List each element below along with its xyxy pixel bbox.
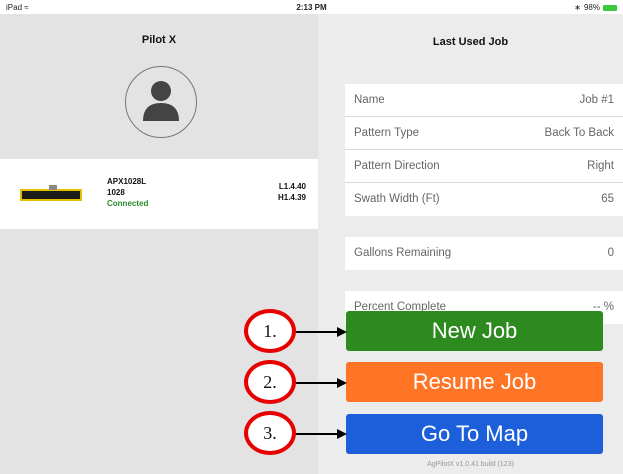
left-pane-title: Pilot X	[141, 34, 177, 46]
right-pane: Last Used Job Name Job #1 Pattern Type B…	[318, 14, 623, 474]
row-label: Pattern Type	[354, 127, 419, 139]
job-info-row: Swath Width (Ft) 65	[345, 183, 623, 216]
gallons-group: Gallons Remaining 0	[345, 237, 623, 270]
callout-arrow-2	[296, 382, 339, 384]
lightbar-device-icon	[20, 185, 82, 201]
status-time: 2:13 PM	[296, 3, 327, 12]
row-value: Job #1	[579, 94, 614, 106]
battery-icon	[603, 4, 617, 11]
row-label: Gallons Remaining	[354, 247, 452, 259]
new-job-button[interactable]: New Job	[346, 311, 603, 351]
device-version-h: H1.4.39	[277, 193, 306, 202]
device-serial: 1028	[107, 188, 125, 197]
device-status: Connected	[107, 199, 149, 208]
callout-2: 2.	[244, 360, 296, 404]
left-pane: Pilot X APX1028L 1028 Connected L1.4.40 …	[0, 14, 318, 474]
row-value: Back To Back	[544, 127, 614, 139]
avatar[interactable]	[125, 66, 197, 138]
callout-arrow-1	[296, 331, 339, 333]
status-bar: iPad ≈ 2:13 PM ∗ 98%	[0, 0, 623, 14]
user-icon	[143, 81, 179, 121]
status-right: ∗ 98%	[574, 3, 617, 12]
row-value: 0	[607, 247, 614, 259]
row-label: Name	[354, 94, 385, 106]
arrow-head-icon	[337, 429, 347, 439]
arrow-head-icon	[337, 378, 347, 388]
gallons-row: Gallons Remaining 0	[345, 237, 623, 270]
row-label: Pattern Direction	[354, 160, 440, 172]
device-name: APX1028L	[107, 177, 147, 186]
device-card[interactable]: APX1028L 1028 Connected L1.4.40 H1.4.39	[0, 159, 318, 229]
arrow-head-icon	[337, 327, 347, 337]
bluetooth-icon: ∗	[574, 3, 581, 12]
build-version: AgPilotX v1.0.41 build (123)	[427, 461, 514, 468]
battery-percent: 98%	[583, 3, 600, 12]
callout-arrow-3	[296, 433, 339, 435]
job-info-row: Pattern Type Back To Back	[345, 117, 623, 150]
go-to-map-button[interactable]: Go To Map	[346, 414, 603, 454]
callout-1: 1.	[244, 309, 296, 353]
row-label: Swath Width (Ft)	[354, 193, 440, 205]
right-pane-title: Last Used Job	[432, 36, 509, 48]
device-version-l: L1.4.40	[278, 182, 306, 191]
row-value: 65	[601, 193, 614, 205]
resume-job-button[interactable]: Resume Job	[346, 362, 603, 402]
row-value: Right	[587, 160, 614, 172]
job-info-group: Name Job #1 Pattern Type Back To Back Pa…	[345, 84, 623, 216]
callout-3: 3.	[244, 411, 296, 455]
job-info-row: Name Job #1	[345, 84, 623, 117]
job-info-row: Pattern Direction Right	[345, 150, 623, 183]
